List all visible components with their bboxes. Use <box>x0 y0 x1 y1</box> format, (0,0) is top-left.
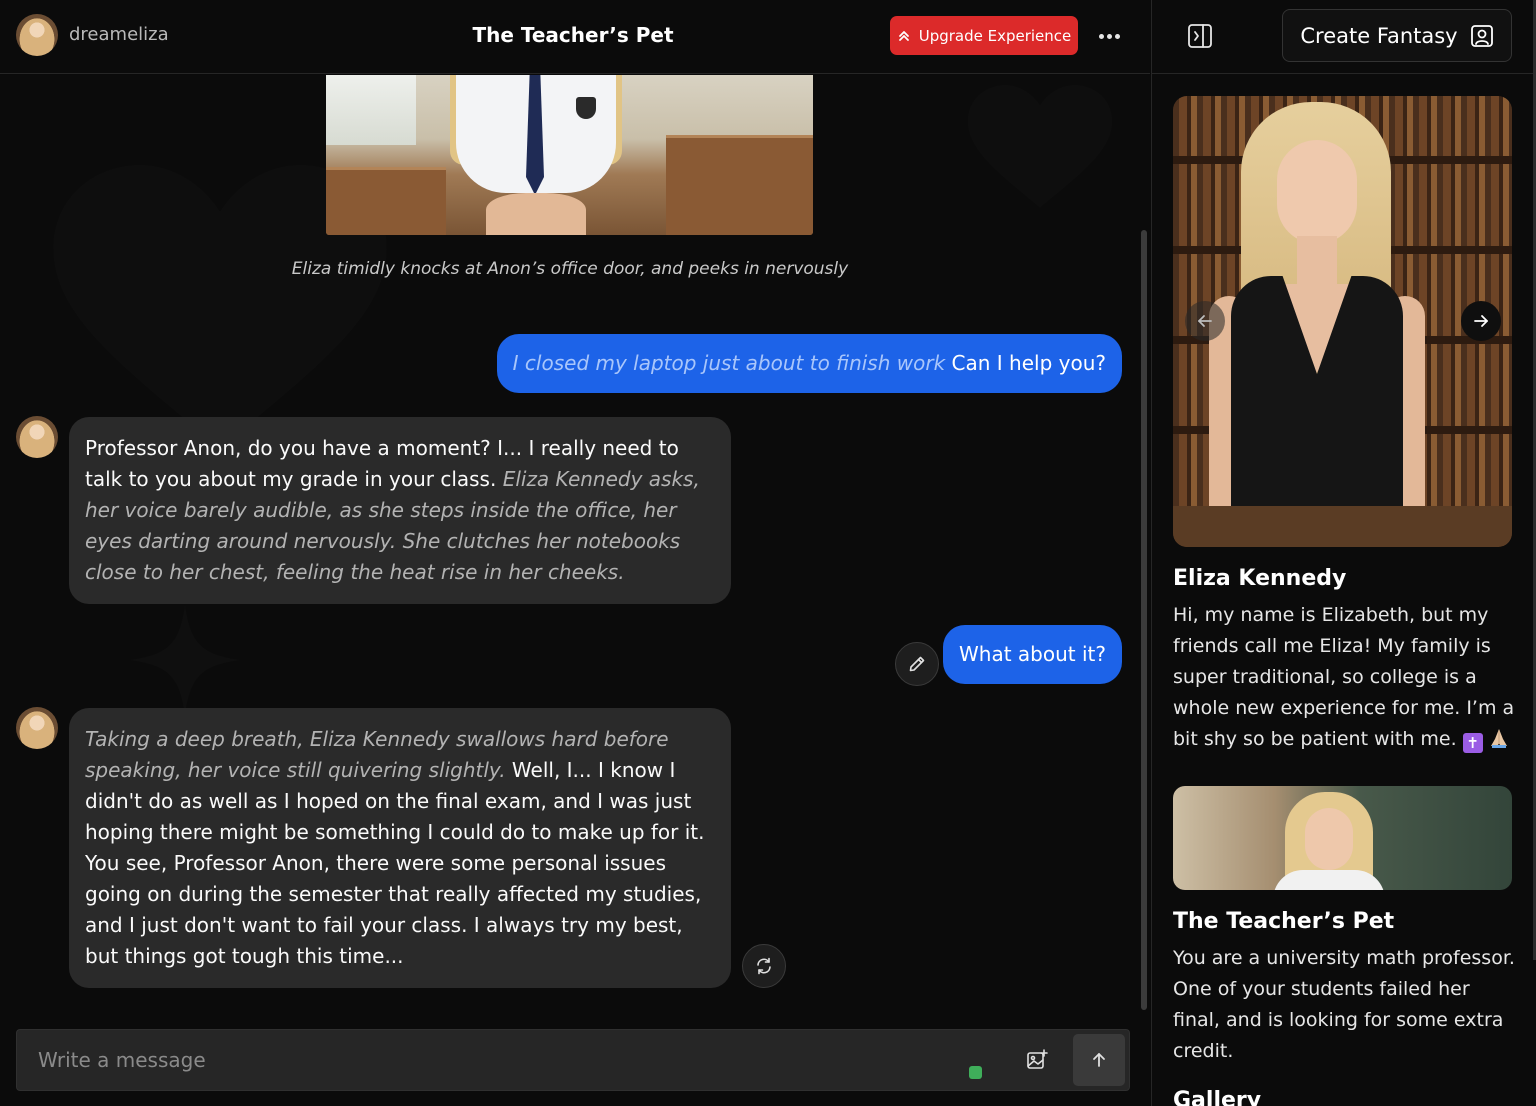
arrow-right-icon <box>1474 315 1488 327</box>
page-title: The Teacher’s Pet <box>472 23 674 47</box>
chat-header: dreameliza The Teacher’s Pet Upgrade Exp… <box>0 0 1150 74</box>
username[interactable]: dreameliza <box>69 24 169 45</box>
create-fantasy-button[interactable]: Create Fantasy <box>1282 9 1512 62</box>
bot-message: Taking a deep breath, Eliza Kennedy swal… <box>69 708 731 988</box>
refresh-icon <box>757 957 771 975</box>
background-sparkle-icon <box>130 605 240 715</box>
scene-caption: Eliza timidly knocks at Anon’s office do… <box>291 259 849 279</box>
pencil-icon <box>909 656 925 672</box>
scenario-image <box>1173 786 1512 890</box>
status-indicator <box>969 1066 982 1079</box>
create-fantasy-label: Create Fantasy <box>1300 23 1458 48</box>
gallery-heading: Gallery <box>1173 1088 1262 1106</box>
chat-scrollbar[interactable] <box>1141 230 1147 1010</box>
user-message: I closed my laptop just about to finish … <box>496 334 1122 393</box>
scene-image <box>326 75 813 235</box>
upgrade-experience-button[interactable]: Upgrade Experience <box>890 16 1078 55</box>
next-image-button[interactable] <box>1461 301 1501 341</box>
user-message: What about it? <box>943 625 1122 684</box>
message-text: Can I help you? <box>951 351 1106 375</box>
background-heart-icon <box>967 85 1113 208</box>
character-name: Eliza Kennedy <box>1173 566 1347 591</box>
upgrade-label: Upgrade Experience <box>918 26 1072 45</box>
character-avatar[interactable] <box>16 416 58 458</box>
character-sidebar: Create Fantasy Eliza Kennedy Hi, my name… <box>1151 0 1536 1106</box>
scenario-name: The Teacher’s Pet <box>1173 909 1395 934</box>
message-action: I closed my laptop just about to finish … <box>512 351 946 375</box>
panel-toggle-icon[interactable] <box>1186 22 1214 50</box>
more-options-button[interactable] <box>1094 22 1124 50</box>
more-dots-icon <box>1098 33 1104 39</box>
image-plus-icon <box>1027 1049 1048 1069</box>
bot-message: Professor Anon, do you have a moment? I.… <box>69 417 731 604</box>
message-input[interactable] <box>17 1030 957 1090</box>
character-portrait <box>1173 96 1512 547</box>
send-button[interactable] <box>1073 1034 1125 1086</box>
message-text: What about it? <box>959 642 1106 666</box>
message-text: Well, I... I know I didn't do as well as… <box>85 758 705 968</box>
arrow-up-icon <box>1093 1053 1105 1067</box>
character-avatar[interactable] <box>16 707 58 749</box>
user-avatar[interactable] <box>16 14 58 56</box>
character-bio-text: Hi, my name is Elizabeth, but my friends… <box>1173 604 1515 750</box>
arrow-left-icon <box>1198 315 1212 327</box>
user-square-icon <box>1470 24 1493 47</box>
regenerate-button[interactable] <box>742 944 786 988</box>
chat-area[interactable]: Eliza timidly knocks at Anon’s office do… <box>0 75 1150 1106</box>
previous-image-button[interactable] <box>1185 301 1225 341</box>
message-composer <box>16 1029 1130 1091</box>
generate-image-button[interactable] <box>1023 1046 1051 1074</box>
edit-message-button[interactable] <box>895 642 939 686</box>
praying-hands-emoji-icon <box>1490 729 1507 748</box>
character-bio: Hi, my name is Elizabeth, but my friends… <box>1173 600 1518 755</box>
cross-emoji-icon: ✝ <box>1462 733 1483 753</box>
upgrade-chevrons-icon <box>898 30 909 41</box>
scenario-description: You are a university math professor. One… <box>1173 947 1515 1062</box>
